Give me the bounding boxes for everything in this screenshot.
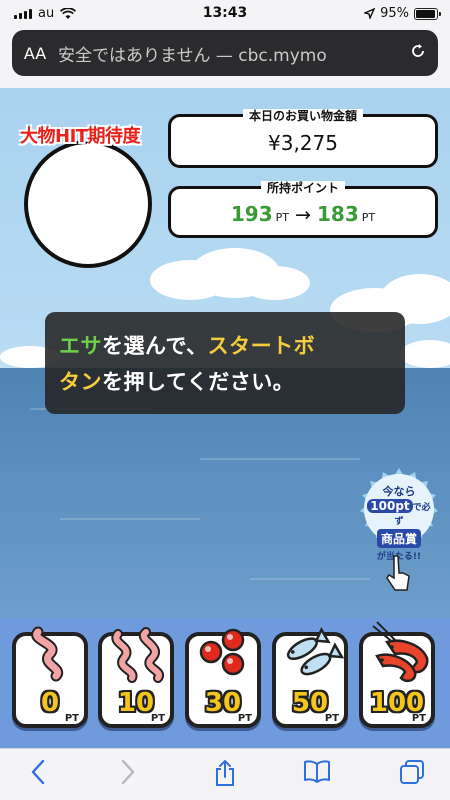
promo-highlight: 100pt xyxy=(367,499,413,513)
points-to: 183 xyxy=(317,202,359,226)
bait-unit-30: PT xyxy=(237,713,252,724)
hit-expectation-title: 大物HIT期待度 xyxy=(20,126,141,147)
bait-unit-50: PT xyxy=(324,713,339,724)
url-text[interactable]: 安全ではありません — cbc.mymo xyxy=(58,41,398,66)
message-bait-word: エサ xyxy=(59,334,102,358)
points-to-unit: PT xyxy=(361,211,376,224)
purchase-amount-panel: 本日のお買い物金額 ¥3,275 xyxy=(168,109,438,168)
worms-icon xyxy=(111,627,165,683)
reload-icon[interactable] xyxy=(398,42,438,65)
bait-unit-0: PT xyxy=(64,713,79,724)
purchase-amount-title: 本日のお買い物金額 xyxy=(242,109,363,123)
bait-price-10: 10 xyxy=(117,688,155,718)
game-area: 大物HIT期待度 本日のお買い物金額 ¥3,275 所持ポイント 193 PT →… xyxy=(0,88,450,748)
bait-unit-100: PT xyxy=(411,713,426,724)
back-icon[interactable] xyxy=(18,759,58,789)
pointing-hand-icon xyxy=(386,555,410,591)
purchase-amount-value: ¥3,275 xyxy=(268,131,338,155)
bait-option-0[interactable]: 0 PT xyxy=(12,626,88,728)
shrimp-icon xyxy=(372,621,429,683)
promo-badge[interactable]: 今なら 100pt で必ず 商品賞 が当たる!! xyxy=(358,468,440,562)
location-icon xyxy=(364,8,376,19)
browser-toolbar xyxy=(0,748,450,800)
fish-icon xyxy=(286,626,345,676)
message-text-1: を選んで、 xyxy=(102,334,208,358)
battery-percent: 95% xyxy=(380,6,409,21)
bait-option-10[interactable]: 10 PT xyxy=(98,627,174,728)
red-balls-icon xyxy=(199,628,245,676)
hit-expectation-gauge xyxy=(24,140,152,268)
bait-price-30: 30 xyxy=(204,688,242,718)
bait-option-50[interactable]: 50 PT xyxy=(272,626,348,728)
worm-icon xyxy=(31,626,64,682)
promo-line-3: 商品賞 xyxy=(376,529,421,548)
bait-price-50: 50 xyxy=(291,688,329,718)
message-start-word-1: スタートボ xyxy=(207,334,316,358)
tabs-icon[interactable] xyxy=(392,759,432,789)
share-icon[interactable] xyxy=(205,759,245,789)
points-from: 193 xyxy=(230,202,273,226)
bait-option-100[interactable]: 100 PT xyxy=(359,621,435,728)
reader-options-button[interactable]: AA xyxy=(12,44,58,63)
status-bar: au 13:43 95% xyxy=(0,0,450,26)
book-icon[interactable] xyxy=(297,759,337,789)
points-panel: 所持ポイント 193 PT → 183 PT xyxy=(168,181,438,238)
points-title: 所持ポイント xyxy=(260,181,345,195)
forward-icon[interactable] xyxy=(108,759,148,789)
message-start-word-2: タン xyxy=(59,370,102,394)
promo-line-1: 今なら xyxy=(382,485,416,498)
points-from-unit: PT xyxy=(275,211,289,224)
bait-option-30[interactable]: 30 PT xyxy=(185,628,261,728)
url-bar-area: AA 安全ではありません — cbc.mymo xyxy=(0,26,450,88)
url-bar[interactable]: AA 安全ではありません — cbc.mymo xyxy=(12,30,438,76)
bait-unit-10: PT xyxy=(150,713,165,724)
bait-price-0: 0 xyxy=(40,688,60,718)
message-text-2: を押してください。 xyxy=(102,370,295,394)
instruction-message: エサを選んで、スタートボタンを押してください。 xyxy=(45,312,405,414)
battery-icon xyxy=(414,7,441,20)
points-arrow: → xyxy=(295,204,311,226)
